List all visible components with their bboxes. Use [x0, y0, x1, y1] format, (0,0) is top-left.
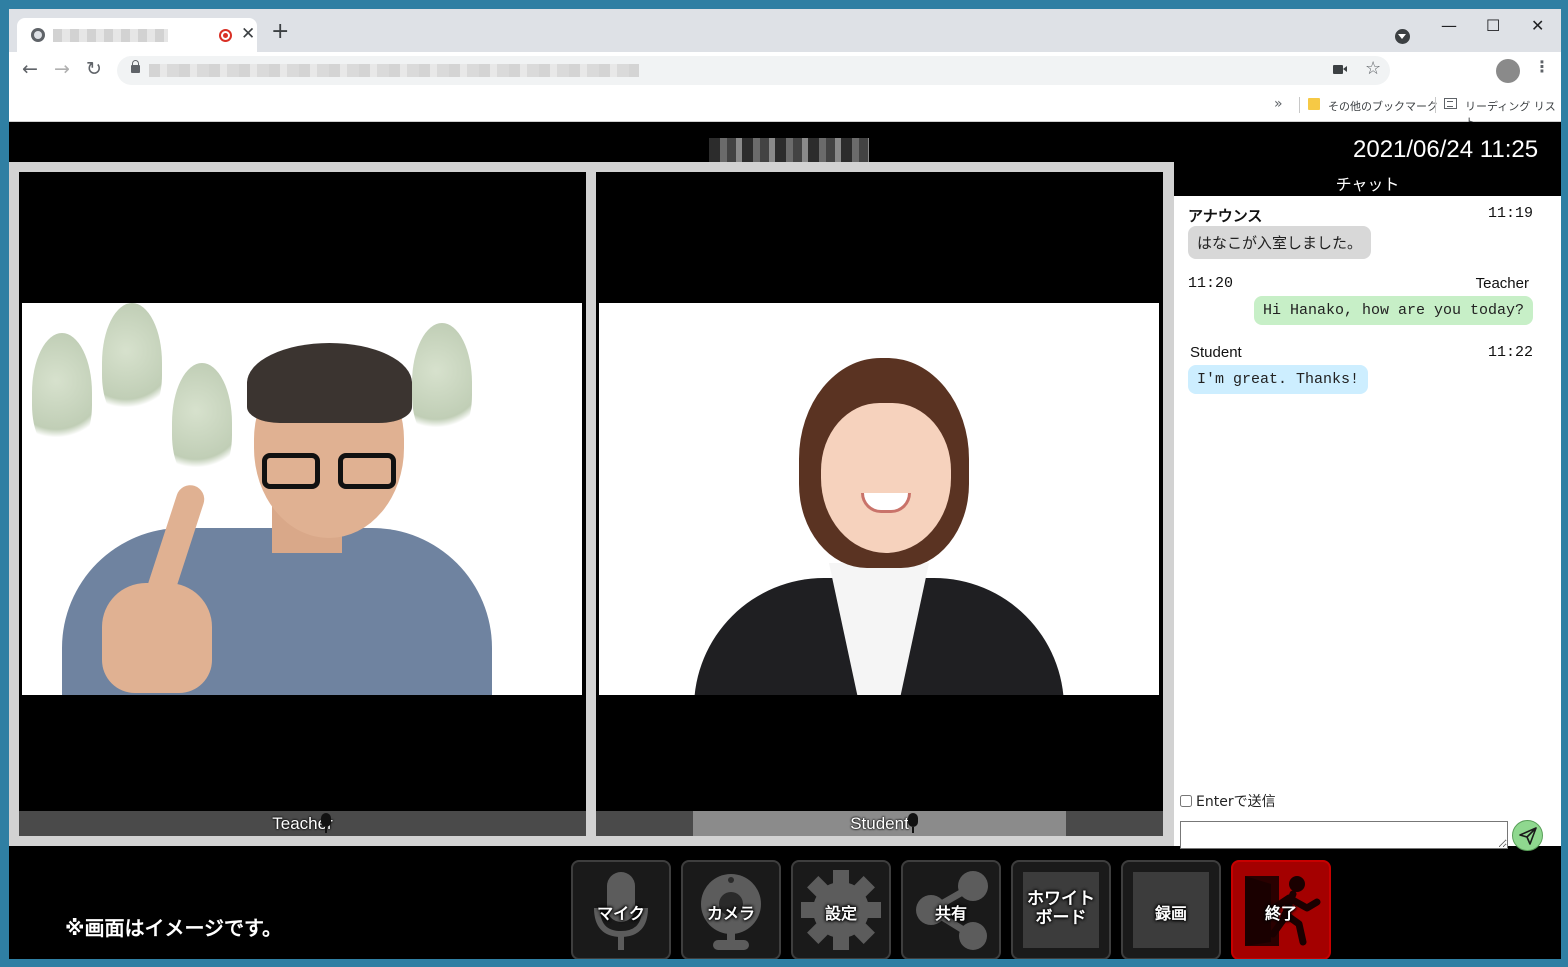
background-plant [412, 323, 472, 443]
bookmarks-overflow-button[interactable]: » [1274, 96, 1283, 112]
whiteboard-label-line1: ホワイト [1027, 889, 1095, 909]
room-title-redacted [709, 138, 869, 164]
teacher-name-bar: Teacher [19, 811, 586, 836]
teacher-hair [247, 343, 412, 423]
reload-button[interactable]: ↻ [86, 60, 102, 79]
folder-icon [1308, 98, 1320, 110]
bookmark-separator [1435, 97, 1436, 113]
mic-icon [908, 813, 918, 833]
enter-to-send-option[interactable]: Enterで送信 [1180, 791, 1276, 811]
message-time: 11:22 [1487, 344, 1533, 361]
background-plant [102, 303, 162, 423]
message-sender: Student [1190, 344, 1242, 361]
reading-list-icon [1444, 98, 1457, 109]
globe-icon [31, 28, 45, 42]
student-face [821, 403, 951, 553]
mic-label: マイク [597, 904, 645, 923]
message-bubble: はなこが入室しました。 [1188, 226, 1372, 259]
student-name-bar: Student [596, 811, 1163, 836]
mic-icon [321, 813, 331, 833]
browser-tab[interactable]: ✕ [17, 18, 257, 52]
end-label: 終了 [1264, 904, 1297, 923]
whiteboard-button[interactable]: ホワイト ボード [1011, 860, 1111, 959]
share-label: 共有 [934, 904, 967, 923]
enter-to-send-checkbox[interactable] [1180, 795, 1192, 807]
browser-toolbar: ← → ↻ ☆ ⋮ [9, 52, 1561, 92]
settings-label: 設定 [824, 904, 857, 923]
student-video-feed [599, 303, 1159, 695]
message-sender: アナウンス [1188, 208, 1263, 225]
message-bubble: I'm great. Thanks! [1188, 365, 1369, 394]
browser-menu-icon[interactable]: ⋮ [1534, 59, 1550, 75]
minimize-button[interactable]: — [1441, 16, 1457, 35]
forward-button[interactable]: → [54, 60, 70, 79]
bookmark-star-icon[interactable]: ☆ [1365, 58, 1381, 79]
video-lesson-app: 2021/06/24 11:25 チャット Teacher Student アナ… [9, 122, 1561, 959]
student-video-panel: Student [596, 172, 1163, 836]
teacher-video-panel: Teacher [19, 172, 586, 836]
background-plant [172, 363, 232, 483]
back-button[interactable]: ← [22, 60, 38, 79]
background-plant [32, 333, 92, 453]
share-button[interactable]: 共有 [901, 860, 1001, 959]
close-tab-button[interactable]: ✕ [241, 24, 255, 44]
record-label: 録画 [1154, 904, 1187, 923]
image-notice: ※画面はイメージです。 [65, 916, 283, 940]
record-button[interactable]: 録画 [1121, 860, 1221, 959]
message-time: 11:19 [1487, 205, 1533, 222]
message-bubble: Hi Hanako, how are you today? [1253, 296, 1533, 325]
teacher-glasses [262, 453, 402, 491]
teacher-label: Teacher [272, 814, 333, 833]
address-bar[interactable]: ☆ [117, 56, 1390, 85]
current-datetime: 2021/06/24 11:25 [1353, 136, 1539, 163]
other-bookmarks-button[interactable]: その他のブックマーク [1328, 98, 1438, 114]
settings-button[interactable]: 設定 [791, 860, 891, 959]
whiteboard-label-line2: ボード [1035, 908, 1087, 928]
new-tab-button[interactable]: + [271, 21, 289, 43]
url-redacted [149, 64, 639, 77]
send-button[interactable] [1512, 820, 1543, 851]
video-area: Teacher Student [9, 162, 1174, 846]
profile-avatar[interactable] [1496, 59, 1520, 83]
bookmarks-bar: » その他のブックマーク リーディング リスト [9, 92, 1561, 129]
chat-title: チャット [1335, 175, 1400, 194]
tab-strip: ✕ + — ☐ ✕ [9, 9, 1561, 52]
camera-button[interactable]: カメラ [681, 860, 781, 959]
chat-panel: アナウンス 11:19 はなこが入室しました。 11:20 Teacher Hi… [1174, 196, 1561, 851]
lock-icon [131, 60, 140, 73]
chat-input[interactable] [1180, 821, 1508, 849]
tab-search-icon[interactable] [1395, 29, 1410, 44]
camera-label: カメラ [706, 904, 755, 923]
browser-window: ✕ + — ☐ ✕ ← → ↻ ☆ ⋮ » その他のブックマーク リーディング … [9, 9, 1561, 959]
paper-plane-icon [1519, 827, 1537, 845]
camera-in-use-icon[interactable] [1333, 65, 1347, 74]
record-icon [219, 29, 232, 42]
end-button[interactable]: 終了 [1231, 860, 1331, 959]
whiteboard-label: ホワイト ボード [1013, 890, 1109, 928]
student-label: Student [850, 814, 909, 833]
mic-button[interactable]: マイク [571, 860, 671, 959]
bookmark-separator [1299, 97, 1300, 113]
teacher-video-feed [22, 303, 582, 695]
teacher-hand [102, 583, 212, 693]
tab-title-redacted [53, 29, 168, 42]
message-time: 11:20 [1188, 275, 1234, 292]
maximize-button[interactable]: ☐ [1486, 16, 1500, 35]
close-window-button[interactable]: ✕ [1531, 16, 1544, 35]
enter-to-send-label: Enterで送信 [1196, 794, 1276, 810]
message-sender: Teacher [1475, 275, 1529, 292]
